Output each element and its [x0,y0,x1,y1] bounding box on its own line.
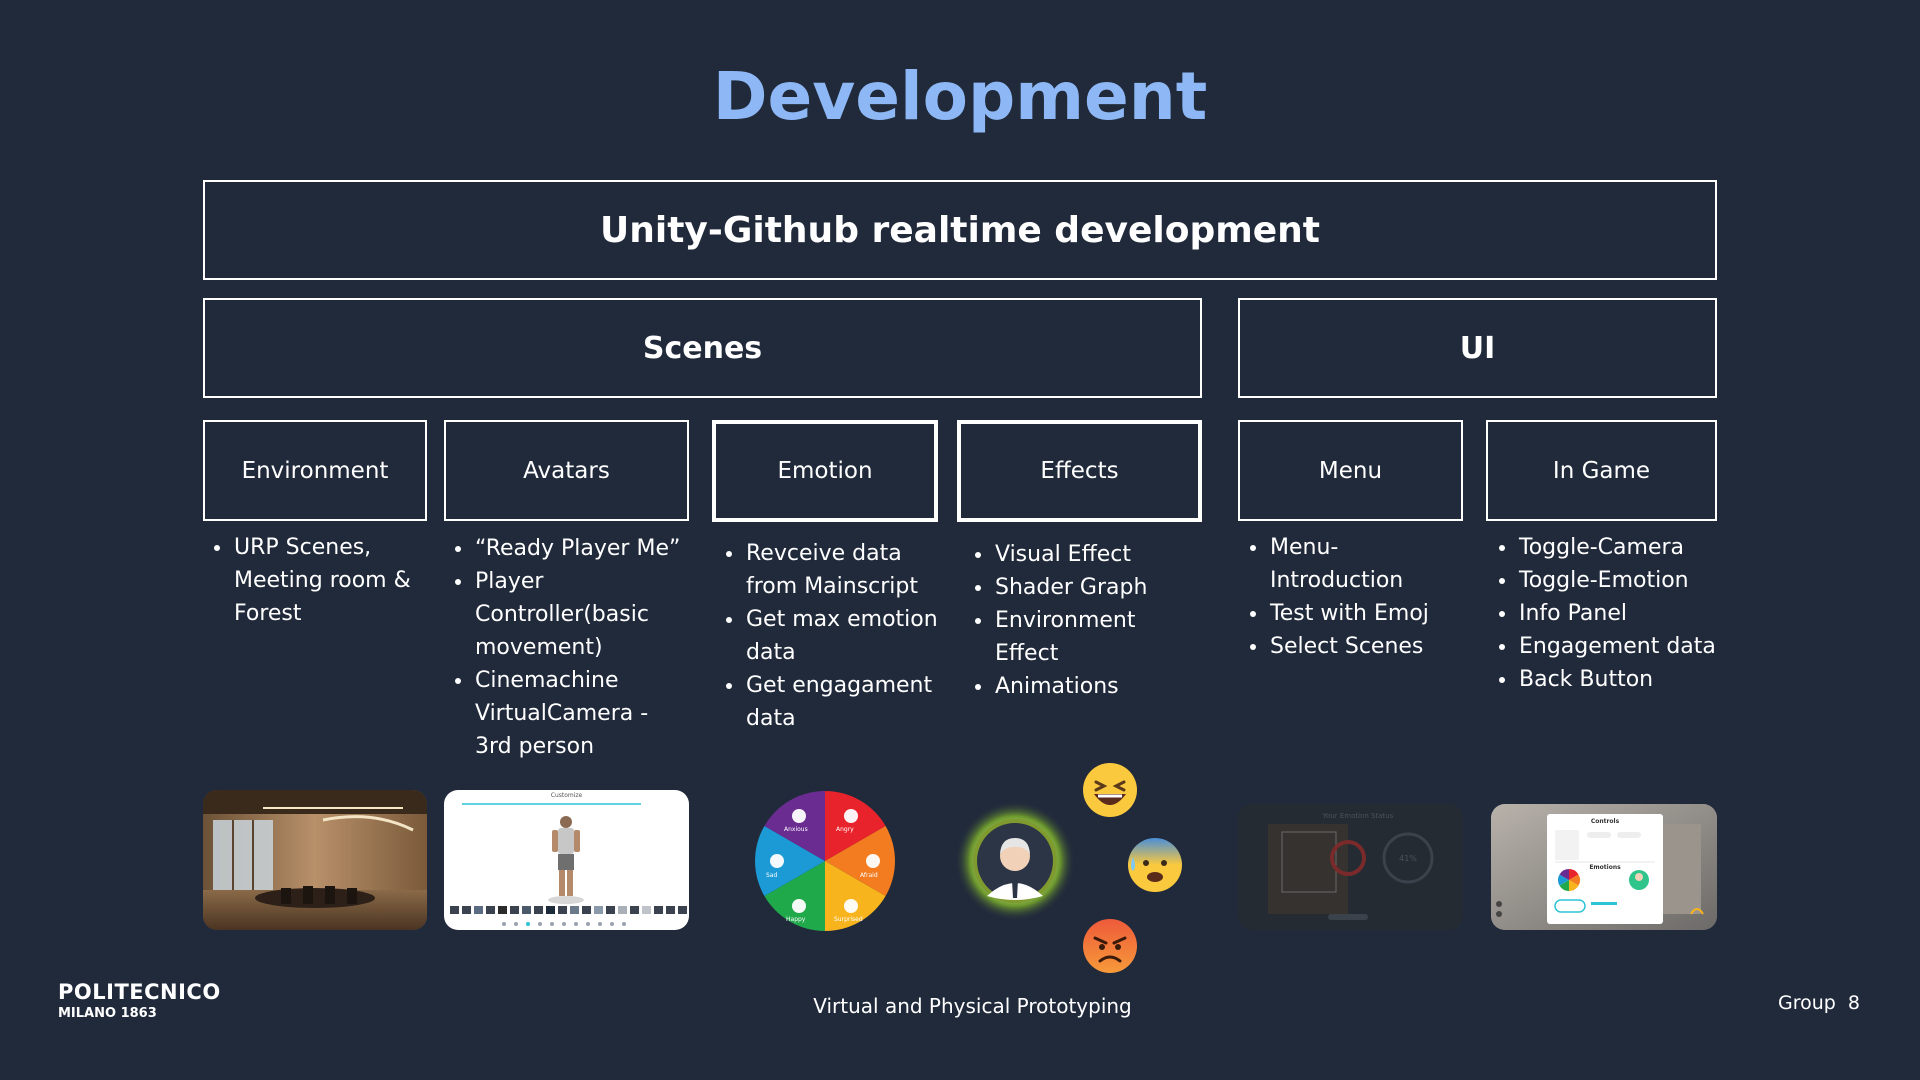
list-item: Toggle-Camera [1497,531,1717,564]
menu-screenshot-image: Your Emotion Status 41% [1238,804,1463,930]
scenes-box: Scenes [203,298,1202,398]
angry-emoji-icon [1082,918,1138,974]
list-item: Player Controller(basic movement) [453,565,689,664]
anxious-sweat-emoji-icon [1127,837,1183,893]
effects-box: Effects [957,420,1202,522]
panel-section-label: Emotions [1589,864,1621,871]
menu-percent-label: 41% [1399,854,1417,863]
list-item: Test with Emoj [1248,597,1448,630]
wheel-label-happy: Happy [786,916,806,923]
unity-github-box: Unity-Github realtime development [203,180,1717,280]
group-label: Group 8 [1777,992,1860,1014]
wheel-label-afraid: Afraid [860,872,878,879]
list-item: Cinemachine VirtualCamera - 3rd person [453,664,689,763]
wheel-label-surprised: Surprised [834,916,863,923]
list-item: Back Button [1497,663,1717,696]
emotion-box: Emotion [712,420,938,522]
list-item: Revceive data from Mainscript [724,537,950,603]
laughing-emoji-icon [1082,762,1138,818]
effects-list: Visual Effect Shader Graph Environment E… [973,538,1169,703]
in-game-list: Toggle-Camera Toggle-Emotion Info Panel … [1497,531,1717,696]
list-item: Select Scenes [1248,630,1448,663]
list-item: Visual Effect [973,538,1169,571]
emotion-wheel: Angry Afraid Surprised Happy Sad Anxious [752,788,898,934]
avatar-header-label: Customize [550,792,583,799]
list-item: Info Panel [1497,597,1717,630]
meeting-room-image [203,790,427,930]
list-item: Engagement data [1497,630,1717,663]
wheel-label-sad: Sad [766,872,778,879]
wheel-label-angry: Angry [836,826,854,833]
list-item: Menu-Introduction [1248,531,1448,597]
in-game-box: In Game [1486,420,1717,521]
list-item: Get max emotion data [724,603,950,669]
slide-title: Development [712,58,1208,135]
list-item: Environment Effect [973,604,1169,670]
environment-box: Environment [203,420,427,521]
emotion-list: Revceive data from Mainscript Get max em… [724,537,950,735]
panel-title-label: Controls [1590,818,1620,825]
menu-title-label: Your Emotion Status [1322,812,1394,820]
menu-box: Menu [1238,420,1463,521]
list-item: Animations [973,670,1169,703]
list-item: “Ready Player Me” [453,532,689,565]
avatars-list: “Ready Player Me” Player Controller(basi… [453,532,689,763]
environment-list: URP Scenes, Meeting room & Forest [212,531,426,630]
list-item: Toggle-Emotion [1497,564,1717,597]
list-item: Shader Graph [973,571,1169,604]
wheel-label-anxious: Anxious [784,826,808,833]
avatars-box: Avatars [444,420,689,521]
glowing-avatar-icon [954,800,1076,922]
ui-box: UI [1238,298,1717,398]
list-item: URP Scenes, Meeting room & Forest [212,531,426,630]
avatar-customize-image: Customize [444,790,689,930]
list-item: Get engagament data [724,669,950,735]
menu-list: Menu-Introduction Test with Emoj Select … [1248,531,1448,663]
course-label: Virtual and Physical Prototyping [813,994,1132,1018]
in-game-screenshot-image: Controls Emotions [1491,804,1717,930]
